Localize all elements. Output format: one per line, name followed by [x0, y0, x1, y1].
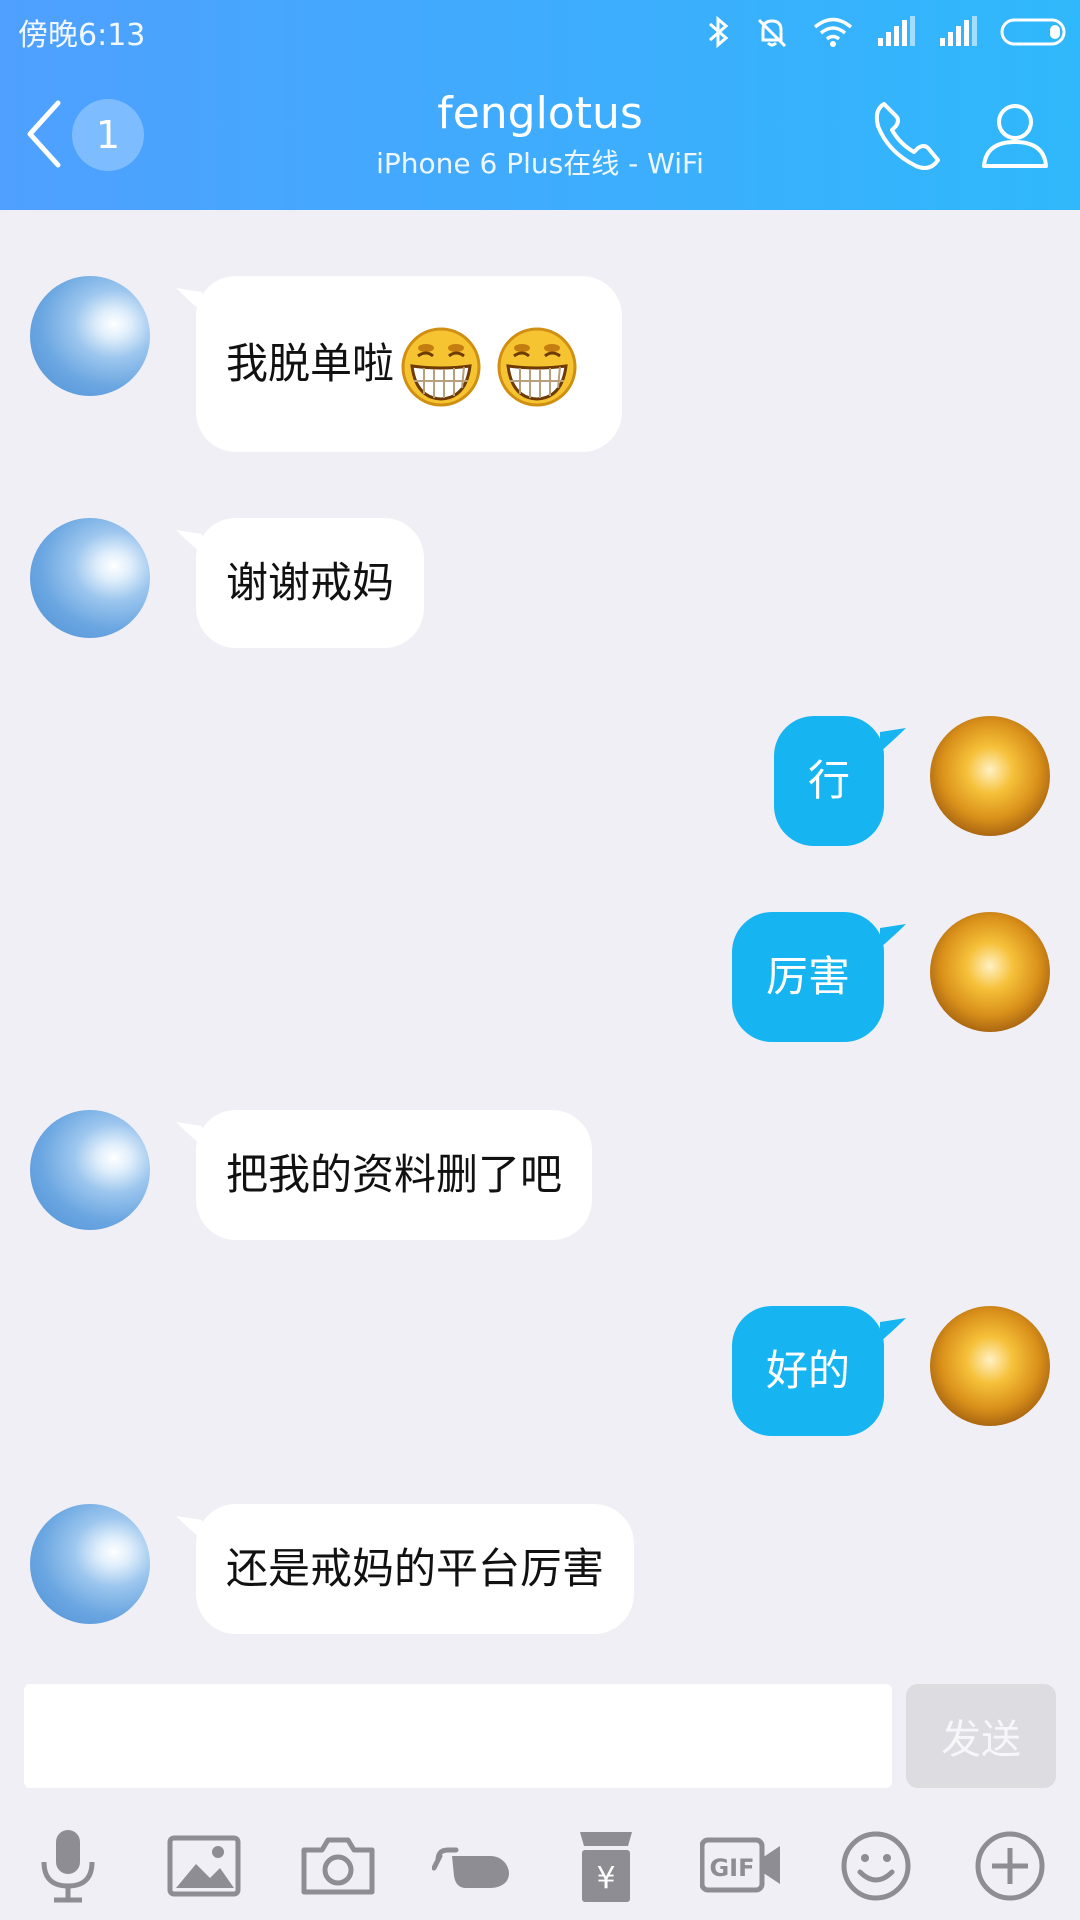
gif-button[interactable]: GIF: [700, 1826, 780, 1906]
message-text: 还是戒妈的平台厉害: [226, 1544, 605, 1593]
message-text: 谢谢戒妈: [226, 558, 395, 607]
grin-emoji-icon: [401, 327, 481, 406]
send-button[interactable]: 发送: [906, 1684, 1056, 1788]
avatar[interactable]: [30, 1110, 150, 1230]
microphone-button[interactable]: [28, 1826, 108, 1906]
poke-hand-icon: [432, 1847, 509, 1888]
message-bubble[interactable]: 还是戒妈的平台厉害: [196, 1504, 635, 1634]
status-time: 傍晚6:13: [18, 18, 146, 53]
input-bar: 发送: [0, 1680, 1080, 1790]
message-row: 我脱单啦: [0, 276, 1080, 456]
camera-button[interactable]: [298, 1826, 378, 1906]
red-packet-icon: ¥: [580, 1832, 632, 1902]
bubble-tail: [880, 1318, 906, 1342]
camera-icon: [301, 1837, 375, 1895]
profile-icon[interactable]: [980, 98, 1050, 170]
bubble-tail: [880, 924, 906, 948]
input-toolbar: ¥ GIF: [0, 1800, 1080, 1920]
image-icon: [167, 1835, 241, 1897]
chat-title: fenglotus: [437, 88, 643, 139]
message-row: 厉害: [0, 912, 1080, 1042]
message-text: 行: [807, 756, 850, 805]
wifi-icon: [813, 17, 853, 47]
red-packet-button[interactable]: ¥: [566, 1826, 646, 1906]
message-bubble[interactable]: 行: [773, 716, 884, 846]
emoji-button[interactable]: [836, 1826, 916, 1906]
smiley-icon: [841, 1831, 911, 1901]
plus-icon: [975, 1831, 1045, 1901]
battery-icon: [1000, 18, 1066, 46]
grin-emoji-icon: [497, 327, 577, 406]
bluetooth-icon: [709, 15, 729, 49]
message-text: 厉害: [765, 952, 850, 1001]
bubble-tail: [880, 728, 906, 752]
image-button[interactable]: [164, 1826, 244, 1906]
message-text: 好的: [765, 1346, 850, 1395]
phone-call-icon[interactable]: [870, 98, 946, 174]
mute-bell-icon: [757, 18, 787, 48]
microphone-icon: [41, 1830, 95, 1903]
title-block[interactable]: fenglotus iPhone 6 Plus在线 - WiFi: [240, 86, 840, 184]
message-bubble[interactable]: 谢谢戒妈: [196, 518, 425, 648]
status-icons: [706, 10, 1070, 54]
avatar[interactable]: [930, 912, 1050, 1032]
svg-text:GIF: GIF: [709, 1854, 754, 1882]
message-row: 谢谢戒妈: [0, 518, 1080, 648]
avatar[interactable]: [30, 276, 150, 396]
gif-icon: GIF: [700, 1837, 780, 1893]
message-text: 把我的资料删了吧: [226, 1150, 563, 1199]
more-button[interactable]: [970, 1826, 1050, 1906]
message-row: 还是戒妈的平台厉害: [0, 1504, 1080, 1634]
avatar[interactable]: [30, 518, 150, 638]
message-text: 我脱单啦: [226, 339, 395, 388]
unread-count-badge[interactable]: 1: [72, 99, 144, 171]
avatar[interactable]: [30, 1504, 150, 1624]
avatar[interactable]: [930, 1306, 1050, 1426]
message-bubble[interactable]: 厉害: [731, 912, 884, 1042]
message-bubble[interactable]: 好的: [731, 1306, 884, 1436]
message-row: 把我的资料删了吧: [0, 1110, 1080, 1240]
message-row: 好的: [0, 1306, 1080, 1436]
chat-header: 1 fenglotus iPhone 6 Plus在线 - WiFi: [0, 64, 1080, 210]
status-bar: 傍晚6:13: [0, 0, 1080, 64]
chat-area[interactable]: 我脱单啦 谢谢戒妈 行 厉害 把我的资料删了吧 好的 还是戒妈的平台厉害: [0, 210, 1080, 1680]
avatar[interactable]: [930, 716, 1050, 836]
top-bar: 傍晚6:13 1 fenglotus iPhone 6 Plus在线 - WiF…: [0, 0, 1080, 210]
svg-text:¥: ¥: [596, 1861, 615, 1896]
signal-icon-1: [878, 16, 915, 46]
message-bubble[interactable]: 我脱单啦: [196, 276, 623, 452]
message-bubble[interactable]: 把我的资料删了吧: [196, 1110, 593, 1240]
poke-button[interactable]: [432, 1826, 512, 1906]
online-status: iPhone 6 Plus在线 - WiFi: [376, 147, 704, 180]
back-chevron-icon[interactable]: [18, 97, 70, 171]
message-input[interactable]: [24, 1684, 892, 1788]
message-row: 行: [0, 716, 1080, 846]
signal-icon-2: [940, 16, 977, 46]
